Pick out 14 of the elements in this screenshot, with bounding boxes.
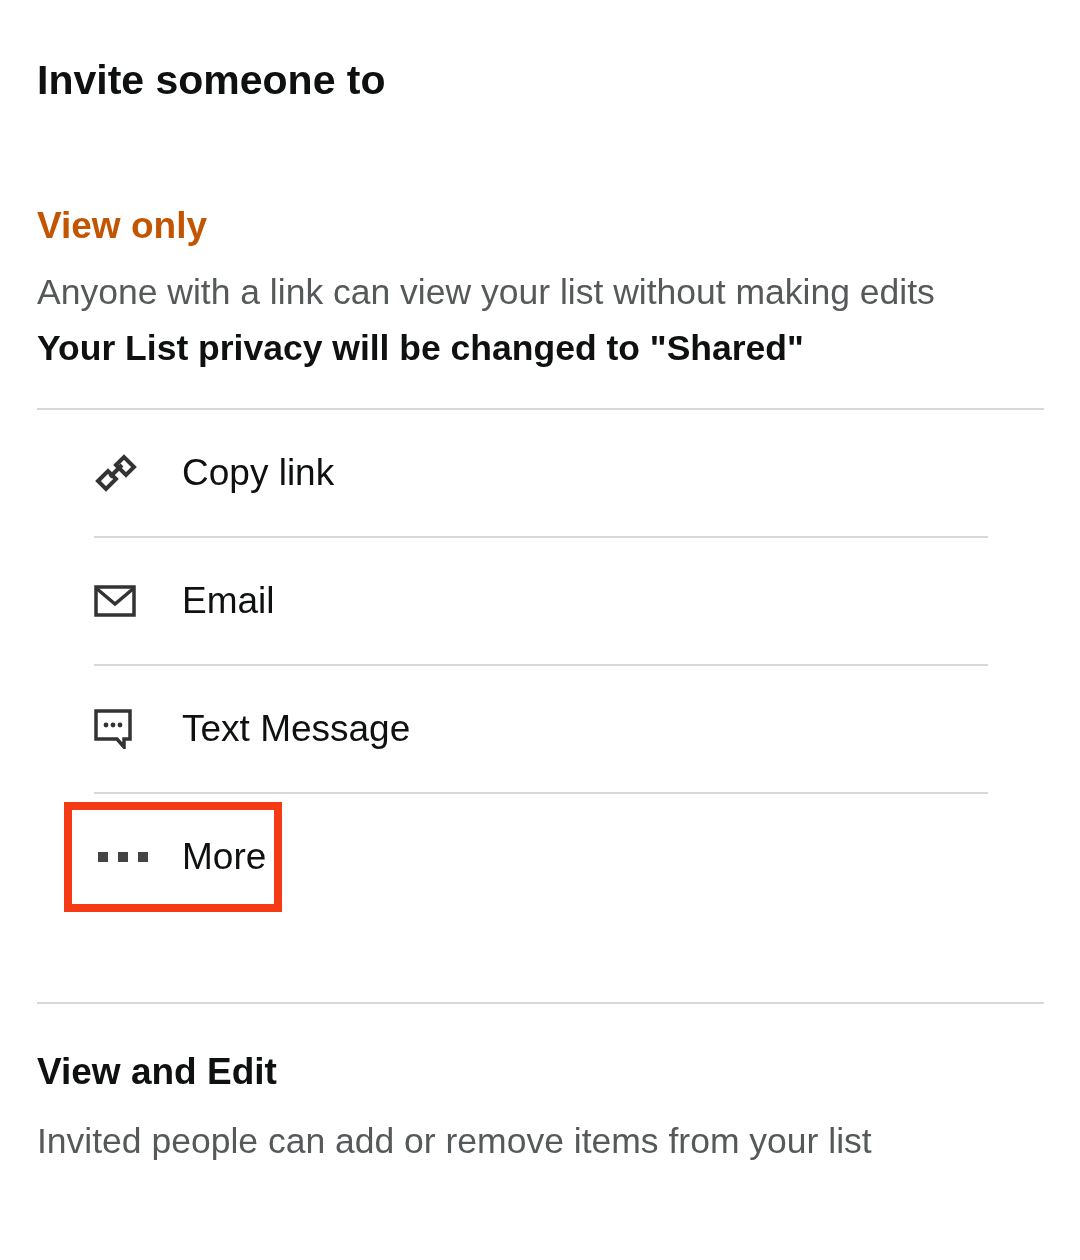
link-icon [94,453,138,493]
privacy-notice: Your List privacy will be changed to "Shared" [37,327,805,370]
share-option[interactable]: Copy link [182,448,335,498]
section-description: Anyone with a link can view your list without making edits [37,271,936,314]
more-icon [98,852,148,862]
section-heading: View only [37,204,208,248]
share-option[interactable]: Text Message [182,704,411,754]
dialog-title: Invite someone to [37,56,387,105]
envelope-icon [94,585,136,617]
section-heading: View and Edit [37,1050,278,1094]
share-option[interactable]: Email [182,576,275,626]
share-option[interactable]: More [182,832,267,882]
section-description: Invited people can add or remove items from your list [37,1120,873,1163]
chat-bubble-icon [94,709,132,749]
